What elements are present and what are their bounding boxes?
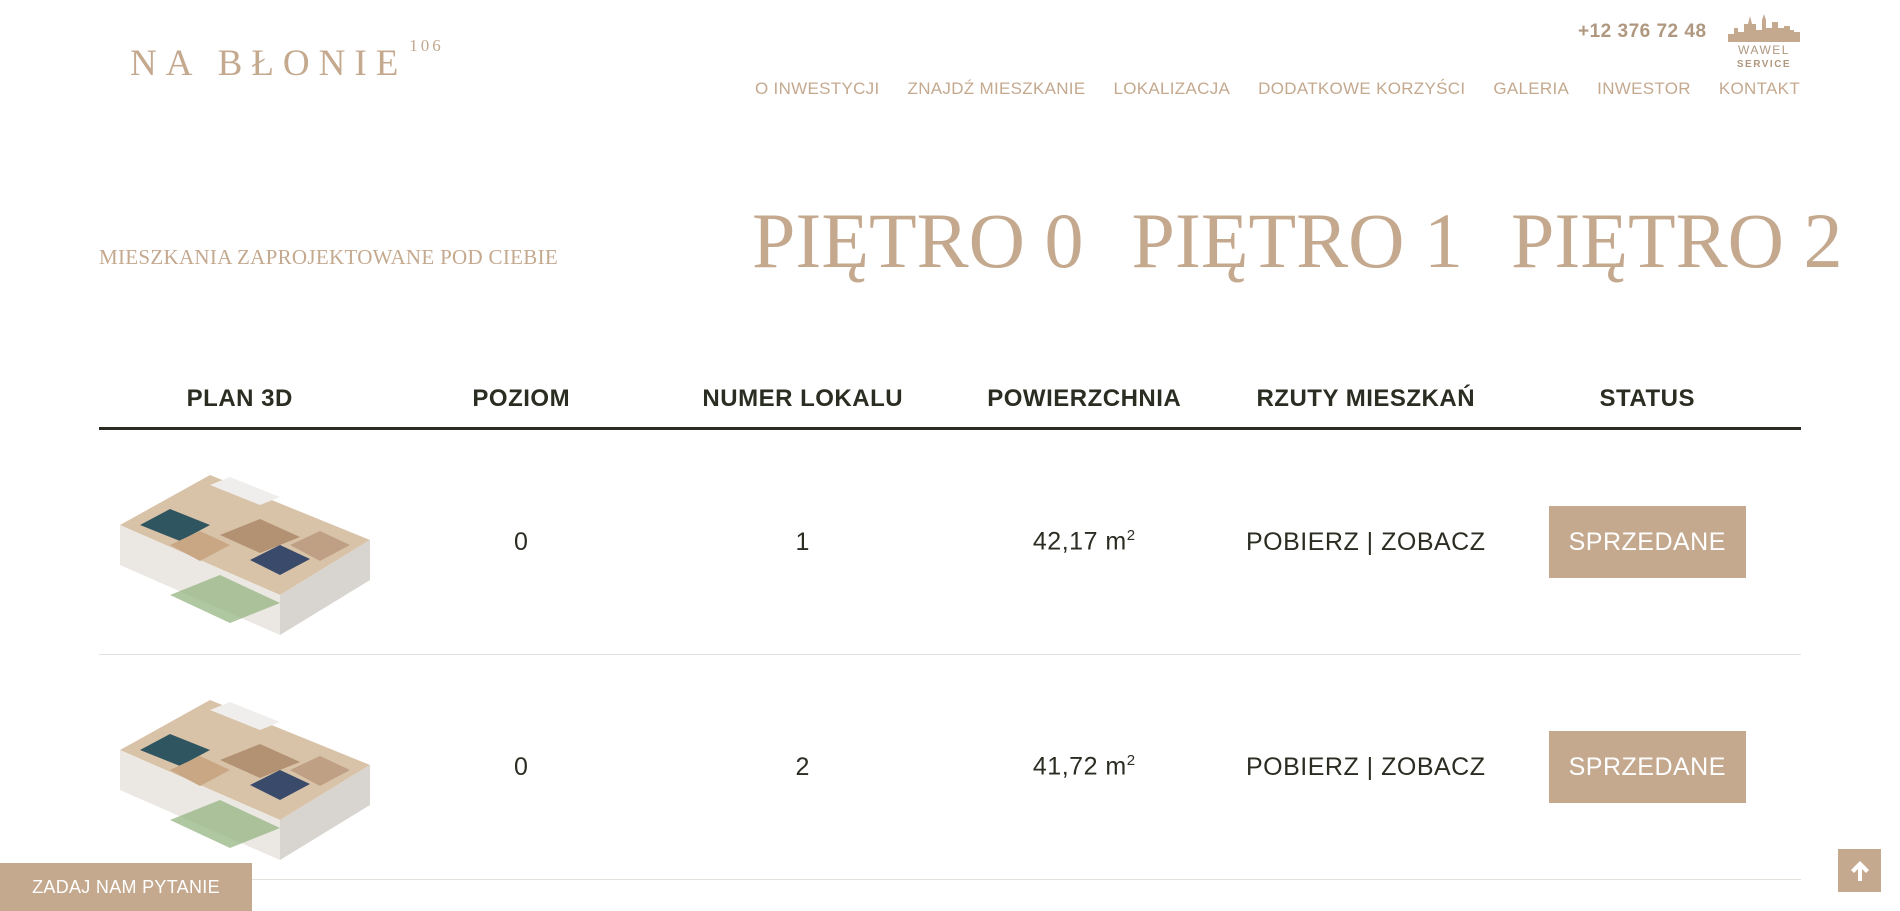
plan-3d-cell [99,445,381,640]
column-header-number: NUMER LOKALU [702,384,904,412]
nav-item-inwestor[interactable]: INWESTOR [1597,79,1691,99]
column-header-status: STATUS [1599,384,1695,412]
plan-3d-image[interactable] [100,670,380,865]
ask-question-button[interactable]: ZADAJ NAM PYTANIE [0,863,252,911]
site-logo[interactable]: NA BŁONIE 106 [130,36,444,85]
main-nav: O INWESTYCJI ZNAJDŹ MIESZKANIE LOKALIZAC… [727,79,1800,99]
nav-item-lokalizacja[interactable]: LOKALIZACJA [1113,79,1230,99]
floor-tab-2[interactable]: PIĘTRO 2 [1511,196,1843,286]
table-row: 0 2 41,72 m2 POBIERZ | ZOBACZ SPRZEDANE [99,655,1801,880]
nav-item-galeria[interactable]: GALERIA [1493,79,1569,99]
column-header-level: POZIOM [472,384,571,412]
column-header-area: POWIERZCHNIA [987,384,1182,412]
plan-3d-cell [99,670,381,865]
logo-superscript: 106 [409,36,444,55]
level-cell: 0 [514,527,529,556]
arrow-up-icon [1850,860,1869,881]
nav-item-kontakt[interactable]: KONTAKT [1719,79,1800,99]
floor-tab-0[interactable]: PIĘTRO 0 [752,196,1084,286]
nav-item-znajdz-mieszkanie[interactable]: ZNAJDŹ MIESZKANIE [908,79,1086,99]
view-link[interactable]: ZOBACZ [1381,753,1485,781]
status-cell: SPRZEDANE [1507,731,1789,803]
table-row: 0 1 42,17 m2 POBIERZ | ZOBACZ SPRZEDANE [99,430,1801,655]
status-badge[interactable]: SPRZEDANE [1548,506,1746,578]
table-header: PLAN 3D POZIOM NUMER LOKALU POWIERZCHNIA… [99,370,1801,430]
status-cell: SPRZEDANE [1507,506,1789,578]
column-header-floor-plans: RZUTY MIESZKAŃ [1256,384,1476,412]
section-subtitle: MIESZKANIA ZAPROJEKTOWANE POD CIEBIE [99,245,558,269]
scroll-to-top-button[interactable] [1838,849,1881,892]
brand-line-2: SERVICE [1736,59,1792,70]
number-cell: 2 [795,752,810,781]
area-unit-exponent: 2 [1126,752,1136,770]
nav-item-o-inwestycji[interactable]: O INWESTYCJI [755,79,880,99]
plan-3d-image[interactable] [100,445,380,640]
link-separator: | [1359,527,1382,556]
floor-tab-1[interactable]: PIĘTRO 1 [1132,196,1464,286]
apartments-table: PLAN 3D POZIOM NUMER LOKALU POWIERZCHNIA… [99,370,1801,880]
link-separator: | [1359,752,1382,781]
area-value: 41,72 m [1032,752,1127,781]
area-value: 42,17 m [1032,527,1127,556]
floor-tabs: PIĘTRO 0 PIĘTRO 1 PIĘTRO 2 [752,196,1891,286]
area-cell: 42,17 m2 [944,527,1226,556]
download-link[interactable]: POBIERZ [1246,753,1359,781]
number-cell: 1 [795,527,810,556]
area-cell: 41,72 m2 [944,752,1226,781]
level-cell: 0 [514,752,529,781]
status-badge[interactable]: SPRZEDANE [1548,731,1746,803]
view-link[interactable]: ZOBACZ [1381,528,1485,556]
logo-text: NA BŁONIE [130,43,408,84]
floor-plan-links: POBIERZ | ZOBACZ [1225,528,1507,557]
area-unit-exponent: 2 [1126,527,1136,545]
nav-item-dodatkowe-korzysci[interactable]: DODATKOWE KORZYŚCI [1258,79,1465,99]
floor-plan-links: POBIERZ | ZOBACZ [1225,753,1507,782]
download-link[interactable]: POBIERZ [1246,528,1359,556]
developer-logo[interactable]: WAWEL SERVICE [1722,8,1806,72]
column-header-plan-3d: PLAN 3D [186,384,293,412]
brand-line-1: WAWEL [1738,43,1790,57]
phone-number[interactable]: +12 376 72 48 [1578,21,1707,43]
castle-skyline-icon [1728,14,1800,42]
